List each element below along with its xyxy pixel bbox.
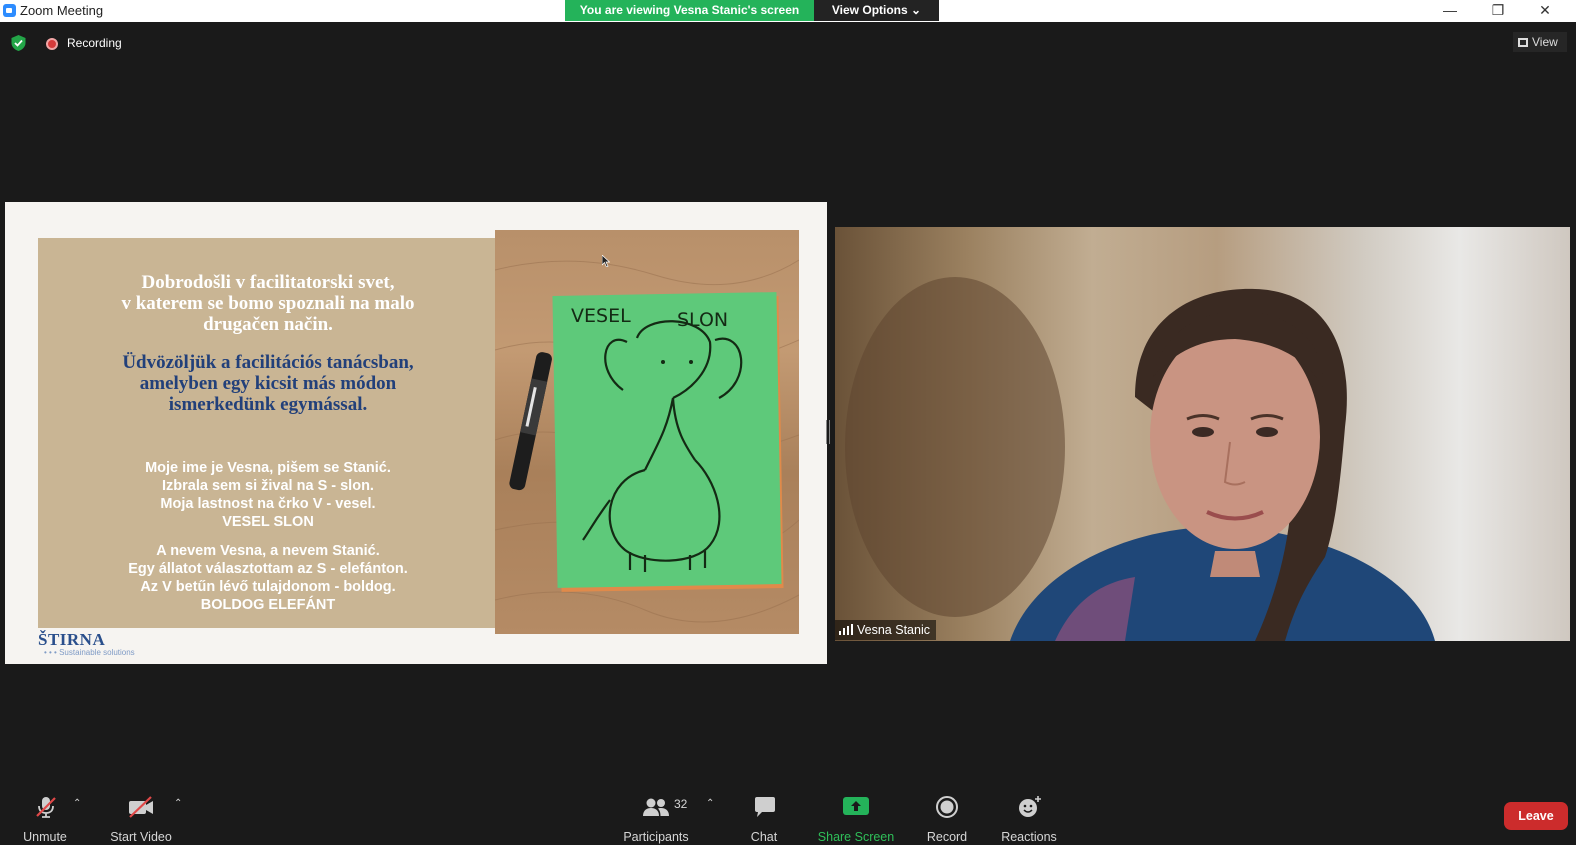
logo-tagline-text: Sustainable solutions	[59, 648, 135, 657]
meeting-toolbar: Unmute ⌃ Start Video ⌃ 32 Participants ⌃…	[0, 780, 1576, 845]
participants-options-caret-icon[interactable]: ⌃	[706, 798, 714, 809]
slide-heading-hungarian: Üdvözöljük a facilitációs tanácsban, ame…	[38, 352, 498, 415]
recording-label: Recording	[67, 36, 122, 50]
share-screen-button[interactable]: Share Screen	[815, 780, 897, 845]
slide-text-panel: Dobrodošli v facilitatorski svet, v kate…	[38, 238, 498, 628]
participant-name-tag: Vesna Stanic	[835, 620, 936, 640]
participants-button[interactable]: 32 Participants	[620, 780, 692, 845]
start-video-button[interactable]: Start Video	[105, 780, 177, 845]
record-label: Record	[926, 830, 968, 844]
restore-window-button[interactable]: ❐	[1475, 0, 1521, 22]
heading-line: ismerkedünk egymással.	[168, 394, 368, 415]
reactions-button[interactable]: Reactions	[998, 780, 1060, 845]
participants-count: 32	[674, 797, 688, 811]
elephant-drawing-photo: VESEL SLON	[495, 230, 799, 634]
record-icon	[936, 796, 958, 818]
leave-meeting-button[interactable]: Leave	[1504, 802, 1568, 830]
intro-line: Az V betűn lévő tulajdonom - boldog.	[140, 579, 396, 595]
participant-video[interactable]	[835, 227, 1570, 641]
stirna-logo: ŠTIRNA	[38, 630, 106, 649]
viewing-screen-banner: You are viewing Vesna Stanic's screen	[565, 0, 814, 21]
panel-resize-handle[interactable]	[826, 420, 830, 444]
shared-screen[interactable]: Dobrodošli v facilitatorski svet, v kate…	[5, 202, 827, 664]
view-options-button[interactable]: View Options ⌄	[814, 0, 939, 21]
unmute-label: Unmute	[23, 830, 67, 844]
audio-options-caret-icon[interactable]: ⌃	[73, 798, 81, 809]
minimize-window-button[interactable]: —	[1427, 0, 1473, 22]
start-video-label: Start Video	[110, 830, 172, 844]
participant-video-illustration	[845, 277, 1435, 641]
mouse-cursor-icon	[602, 255, 610, 267]
intro-line: Egy állatot választottam az S - elefánto…	[128, 561, 408, 577]
heading-line: drugačen način.	[203, 314, 333, 335]
record-button[interactable]: Record	[922, 780, 972, 845]
heading-line: Dobrodošli v facilitatorski svet,	[141, 272, 395, 293]
heading-line: v katerem se bomo spoznali na malo	[121, 293, 415, 314]
card-text-slon: SLON	[677, 309, 728, 331]
recording-indicator-icon	[46, 38, 58, 50]
chevron-down-icon: ⌄	[911, 3, 922, 17]
view-label: View	[1532, 35, 1558, 49]
chat-bubble-icon	[755, 797, 775, 817]
share-screen-icon	[843, 797, 869, 815]
reactions-smiley-icon	[1019, 796, 1041, 817]
encryption-shield-icon[interactable]	[11, 35, 26, 51]
intro-line: Moje ime je Vesna, pišem se Stanić.	[145, 460, 391, 476]
participants-label: Participants	[623, 830, 689, 844]
intro-line: VESEL SLON	[222, 514, 314, 530]
slide-heading-slovenian: Dobrodošli v facilitatorski svet, v kate…	[38, 272, 498, 335]
zoom-logo-icon	[3, 4, 16, 17]
microphone-muted-icon	[36, 797, 56, 818]
heading-line: Üdvözöljük a facilitációs tanácsban,	[122, 352, 414, 373]
heading-line: amelyben egy kicsit más módon	[139, 373, 397, 394]
chat-button[interactable]: Chat	[740, 780, 788, 845]
card-text-vesel: VESEL	[571, 305, 631, 327]
intro-line: Izbrala sem si žival na S - slon.	[162, 478, 374, 494]
participants-icon	[643, 798, 669, 816]
video-camera-off-icon	[129, 796, 153, 818]
video-options-caret-icon[interactable]: ⌃	[174, 798, 182, 809]
share-screen-label: Share Screen	[817, 830, 895, 844]
photo-illustration: VESEL SLON	[495, 259, 799, 623]
intro-line: Moja lastnost na črko V - vesel.	[160, 496, 376, 512]
unmute-button[interactable]: Unmute	[14, 780, 76, 845]
close-window-button[interactable]: ✕	[1522, 0, 1568, 22]
slide-intro-slovenian: Moje ime je Vesna, pišem se Stanić. Izbr…	[38, 459, 498, 531]
view-layout-button[interactable]: View	[1513, 32, 1567, 52]
intro-line: BOLDOG ELEFÁNT	[200, 597, 336, 613]
window-title: Zoom Meeting	[20, 3, 104, 18]
title-bar: Zoom Meeting You are viewing Vesna Stani…	[0, 0, 1576, 22]
participant-name: Vesna Stanic	[857, 623, 930, 637]
connection-strength-icon	[839, 624, 853, 635]
view-options-label: View Options	[831, 3, 908, 17]
stirna-logo-tagline: • • • Sustainable solutions	[44, 648, 135, 657]
grid-view-icon	[1518, 38, 1528, 47]
intro-line: A nevem Vesna, a nevem Stanić.	[156, 543, 380, 559]
slide-intro-hungarian: A nevem Vesna, a nevem Stanić. Egy állat…	[38, 542, 498, 614]
reactions-label: Reactions	[1001, 830, 1057, 844]
chat-label: Chat	[750, 830, 778, 844]
